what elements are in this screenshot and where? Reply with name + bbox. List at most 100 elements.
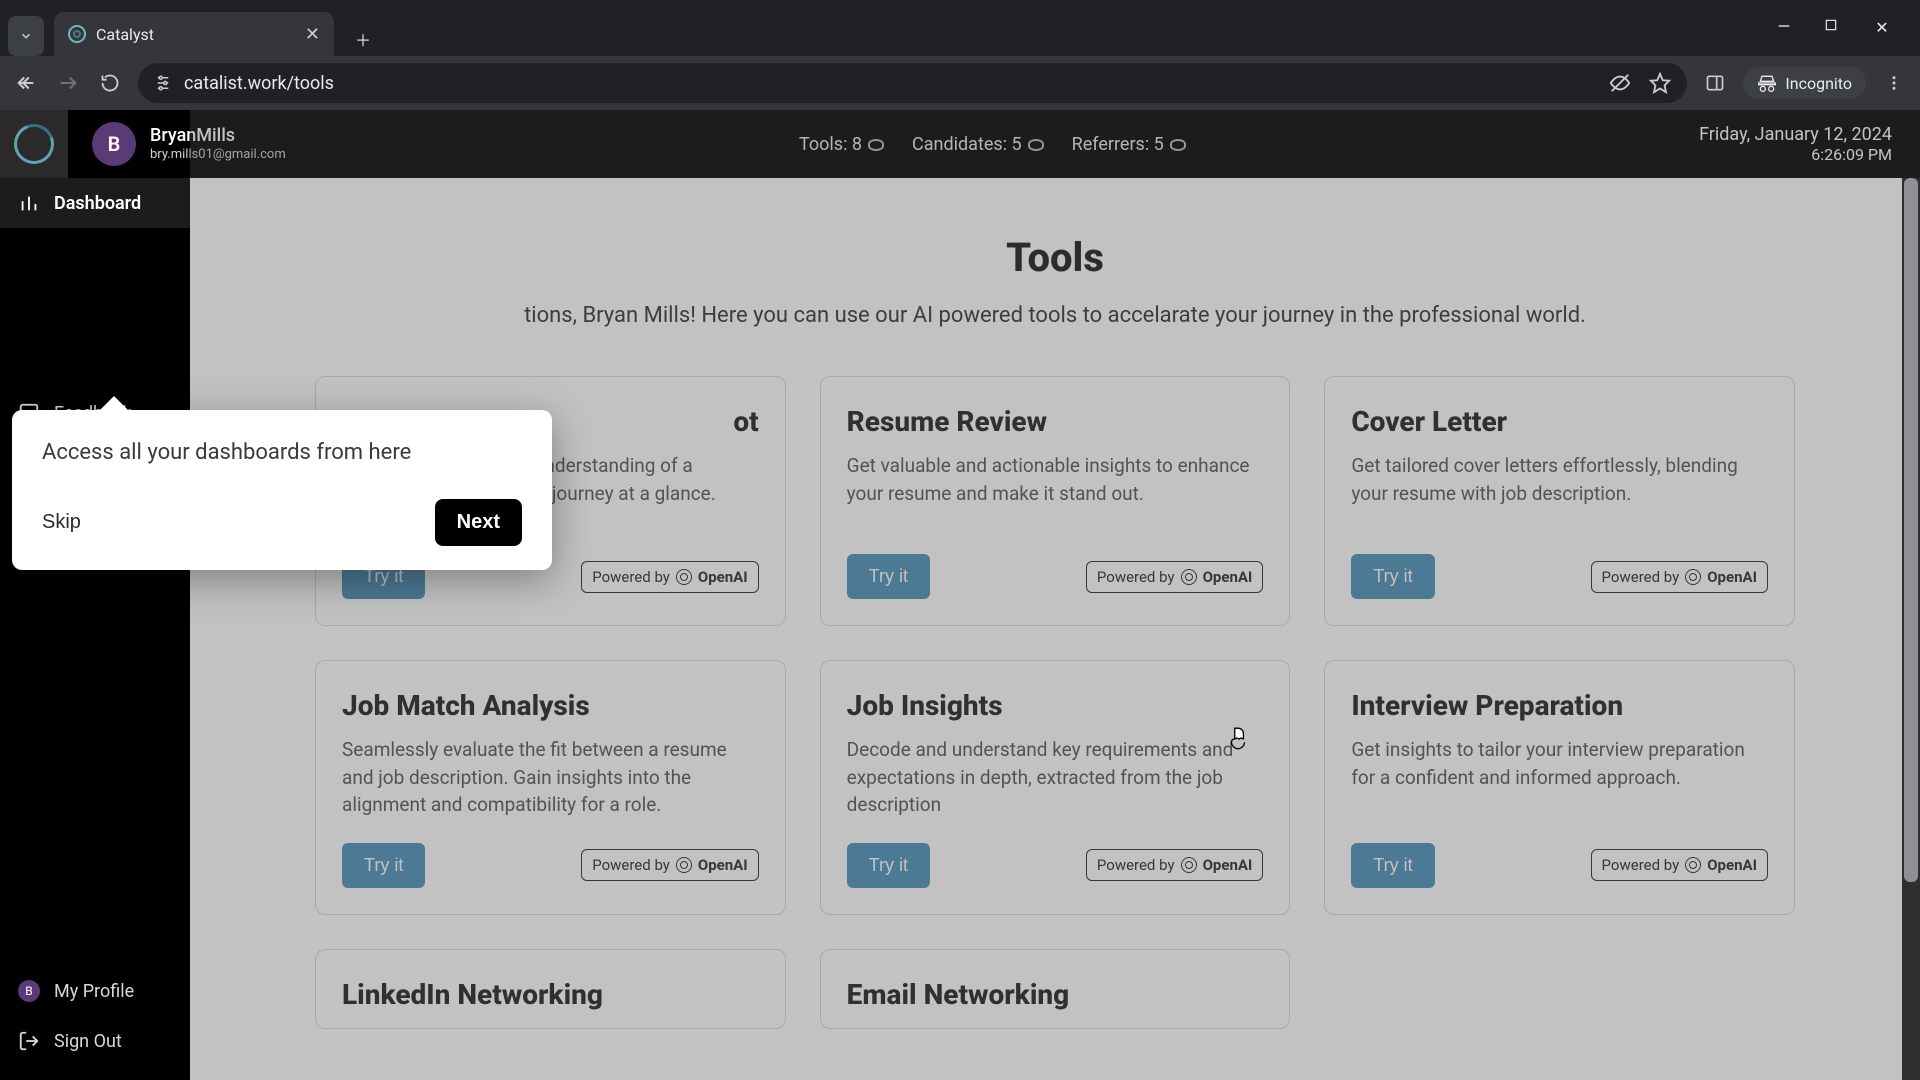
- incognito-label: Incognito: [1785, 74, 1852, 93]
- coin-icon: [1170, 139, 1186, 151]
- tool-card: Job Insights Decode and understand key r…: [820, 660, 1291, 915]
- tooltip-arrow-icon: [98, 396, 130, 412]
- stat-referrers: Referrers: 5: [1072, 134, 1164, 155]
- nav-forward-button[interactable]: [54, 69, 82, 97]
- powered-by-badge: Powered byOpenAI: [581, 561, 758, 593]
- page-title: Tools: [238, 234, 1872, 281]
- tab-close-button[interactable]: ✕: [305, 24, 320, 45]
- card-title: Cover Letter: [1351, 405, 1768, 438]
- openai-icon: [1685, 857, 1701, 873]
- sidebar-item-label: Dashboard: [54, 193, 141, 214]
- incognito-indicator[interactable]: Incognito: [1743, 67, 1866, 99]
- incognito-icon: [1757, 73, 1777, 93]
- powered-brand: OpenAI: [1203, 568, 1253, 586]
- tour-next-button[interactable]: Next: [435, 499, 522, 546]
- card-title: Job Insights: [847, 689, 1264, 722]
- page-subtitle: tions, Bryan Mills! Here you can use our…: [238, 303, 1872, 328]
- sidebar-item-dashboard[interactable]: Dashboard: [0, 178, 190, 228]
- user-email: bry.mills01@gmail.com: [150, 147, 286, 163]
- window-minimize-button[interactable]: [1776, 18, 1796, 37]
- tour-skip-button[interactable]: Skip: [42, 511, 81, 534]
- user-block: BryanMills bry.mills01@gmail.com: [150, 125, 286, 162]
- tool-card: Job Match Analysis Seamlessly evaluate t…: [315, 660, 786, 915]
- powered-by-badge: Powered byOpenAI: [1086, 561, 1263, 593]
- powered-brand: OpenAI: [1707, 856, 1757, 874]
- tool-card: Resume Review Get valuable and actionabl…: [820, 376, 1291, 626]
- powered-brand: OpenAI: [698, 856, 748, 874]
- window-maximize-button[interactable]: [1824, 18, 1844, 37]
- user-name: BryanMills: [150, 125, 286, 147]
- side-panel-icon[interactable]: [1701, 69, 1729, 97]
- scrollbar-thumb[interactable]: [1904, 178, 1918, 882]
- tool-card: Interview Preparation Get insights to ta…: [1324, 660, 1795, 915]
- new-tab-button[interactable]: ＋: [346, 22, 380, 56]
- stat-candidates: Candidates: 5: [912, 134, 1022, 155]
- app-logo[interactable]: [0, 110, 68, 178]
- tracking-icon[interactable]: [1609, 72, 1631, 94]
- powered-brand: OpenAI: [1707, 568, 1757, 586]
- powered-label: Powered by: [1602, 856, 1680, 874]
- openai-icon: [676, 857, 692, 873]
- address-bar[interactable]: catalist.work/tools: [138, 63, 1687, 103]
- avatar-initial: B: [108, 132, 121, 156]
- try-it-button[interactable]: Try it: [1351, 554, 1434, 599]
- card-title: Job Match Analysis: [342, 689, 759, 722]
- openai-icon: [676, 569, 692, 585]
- openai-icon: [1181, 569, 1197, 585]
- card-title: Email Networking: [847, 978, 1264, 1011]
- card-title: LinkedIn Networking: [342, 978, 759, 1011]
- card-title: Interview Preparation: [1351, 689, 1768, 722]
- credit-stats: Tools: 8 Candidates: 5 Referrers: 5: [799, 134, 1186, 155]
- try-it-button[interactable]: Try it: [847, 554, 930, 599]
- browser-titlebar: Catalyst ✕ ＋ ✕: [0, 0, 1920, 56]
- browser-menu-button[interactable]: [1880, 69, 1908, 97]
- dashboard-icon: [18, 192, 40, 214]
- app-topbar: B BryanMills bry.mills01@gmail.com Tools…: [0, 110, 1920, 178]
- sidebar-item-sign-out[interactable]: Sign Out: [0, 1016, 190, 1066]
- tab-title: Catalyst: [96, 25, 154, 44]
- url-text: catalist.work/tools: [184, 73, 334, 94]
- stat-tools: Tools: 8: [799, 134, 862, 155]
- powered-by-badge: Powered by OpenAI: [1591, 561, 1768, 593]
- sidebar-item-label: My Profile: [54, 981, 134, 1002]
- powered-label: Powered by: [1602, 568, 1680, 586]
- powered-brand: OpenAI: [1203, 856, 1253, 874]
- nav-reload-button[interactable]: [96, 69, 124, 97]
- openai-icon: [1181, 857, 1197, 873]
- current-time: 6:26:09 PM: [1699, 145, 1892, 164]
- current-date: Friday, January 12, 2024: [1699, 124, 1892, 145]
- coin-icon: [868, 139, 884, 151]
- search-tabs-button[interactable]: [8, 16, 44, 56]
- try-it-button[interactable]: Try it: [847, 843, 930, 888]
- browser-tab-active[interactable]: Catalyst ✕: [54, 12, 334, 56]
- mini-avatar-initial: B: [25, 984, 32, 998]
- tool-card: LinkedIn Networking: [315, 949, 786, 1029]
- site-settings-icon[interactable]: [154, 74, 172, 92]
- tool-card: Cover Letter Get tailored cover letters …: [1324, 376, 1795, 626]
- vertical-scrollbar[interactable]: [1902, 178, 1920, 1080]
- user-avatar[interactable]: B: [92, 122, 136, 166]
- window-close-button[interactable]: ✕: [1872, 18, 1892, 37]
- card-desc: Get valuable and actionable insights to …: [847, 452, 1264, 507]
- tool-card: Email Networking: [820, 949, 1291, 1029]
- powered-by-badge: Powered byOpenAI: [1086, 849, 1263, 881]
- content-area: Tools tions, Bryan Mills! Here you can u…: [190, 178, 1920, 1080]
- nav-back-button[interactable]: [12, 69, 40, 97]
- bookmark-star-icon[interactable]: [1649, 72, 1671, 94]
- sidebar: Dashboard Feedback B My Profile Sign: [0, 110, 190, 1080]
- try-it-button[interactable]: Try it: [342, 843, 425, 888]
- window-controls: ✕: [1776, 0, 1920, 37]
- openai-icon: [1685, 569, 1701, 585]
- browser-toolbar: catalist.work/tools Incognito: [0, 56, 1920, 110]
- signout-icon: [18, 1030, 40, 1052]
- sidebar-item-label: Sign Out: [54, 1031, 122, 1052]
- datetime-block: Friday, January 12, 2024 6:26:09 PM: [1699, 124, 1892, 164]
- card-desc: Get insights to tailor your interview pr…: [1351, 736, 1768, 791]
- tab-favicon-icon: [68, 25, 86, 43]
- sidebar-item-my-profile[interactable]: B My Profile: [0, 966, 190, 1016]
- try-it-button[interactable]: Try it: [1351, 843, 1434, 888]
- card-desc: Seamlessly evaluate the fit between a re…: [342, 736, 759, 819]
- powered-by-badge: Powered by OpenAI: [581, 849, 758, 881]
- powered-label: Powered by: [592, 856, 670, 874]
- powered-brand: OpenAI: [698, 568, 748, 586]
